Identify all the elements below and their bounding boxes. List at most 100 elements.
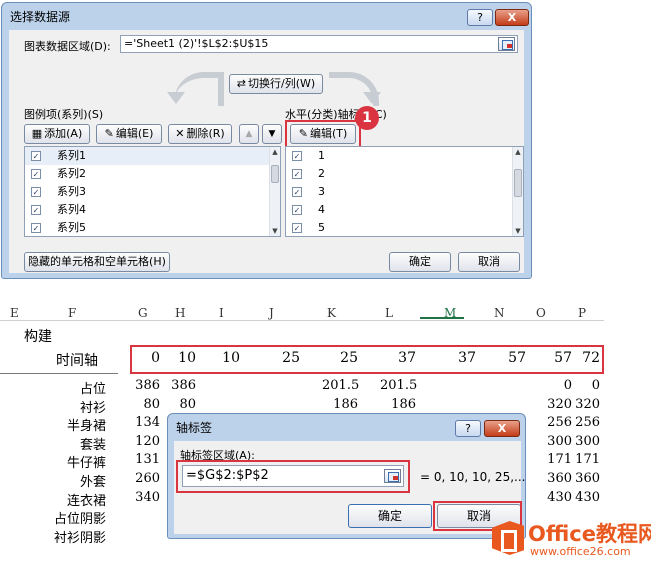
data-cell: 260: [135, 471, 160, 486]
move-up-button[interactable]: ▲: [239, 124, 259, 144]
office-logo-icon: [492, 521, 524, 555]
checkbox-checked-icon[interactable]: ✓: [292, 205, 302, 215]
row-title: 构建: [24, 329, 52, 345]
move-down-button[interactable]: ▼: [262, 124, 282, 144]
close-button[interactable]: X: [495, 9, 529, 26]
callout-badge: 1: [355, 106, 379, 130]
delete-icon: ✕: [175, 127, 185, 140]
add-icon: ▦: [31, 127, 43, 140]
series-list-item[interactable]: ✓ 系列4: [25, 201, 280, 219]
data-cell: 134: [135, 415, 160, 431]
category-scrollbar[interactable]: ▲ ▼: [512, 147, 523, 236]
category-list-item[interactable]: ✓ 1: [286, 147, 523, 165]
category-label: 衬衫: [79, 400, 106, 416]
time-axis-label: 时间轴: [56, 353, 98, 369]
data-cell: 320: [575, 396, 600, 412]
checkbox-checked-icon[interactable]: ✓: [292, 169, 302, 179]
scroll-down-icon[interactable]: ▼: [513, 226, 523, 236]
row-divider: [0, 373, 118, 374]
category-list-item[interactable]: ✓ 5: [286, 219, 523, 237]
category-value: 2: [318, 167, 325, 180]
scroll-down-icon[interactable]: ▼: [270, 226, 280, 236]
series-list-item[interactable]: ✓ 系列5: [25, 219, 280, 237]
column-header[interactable]: I: [219, 306, 224, 320]
hidden-empty-cells-button[interactable]: 隐藏的单元格和空单元格(H): [24, 252, 170, 272]
chart-range-input[interactable]: ='Sheet1 (2)'!$L$2:$U$15: [120, 35, 518, 53]
switch-row-column-button[interactable]: ⇄ 切换行/列(W): [229, 74, 323, 94]
data-cell: 256: [575, 415, 600, 431]
column-header[interactable]: J: [269, 306, 274, 320]
category-list-item[interactable]: ✓ 4: [286, 201, 523, 219]
delete-series-button[interactable]: ✕ 删除(R): [168, 124, 232, 144]
data-cell: 80: [143, 396, 160, 412]
scroll-up-icon[interactable]: ▲: [513, 147, 523, 157]
highlight-time-axis: [130, 345, 604, 374]
edit-icon: ✎: [104, 127, 114, 140]
checkbox-checked-icon[interactable]: ✓: [31, 187, 41, 197]
checkbox-checked-icon[interactable]: ✓: [31, 169, 41, 179]
arrow-down-right-icon: [363, 92, 381, 104]
arrow-down-left-icon: [167, 92, 185, 104]
series-list-item[interactable]: ✓ 系列2: [25, 165, 280, 183]
category-value: 5: [318, 221, 325, 234]
checkbox-checked-icon[interactable]: ✓: [292, 151, 302, 161]
category-label: 套装: [79, 437, 106, 453]
checkbox-checked-icon[interactable]: ✓: [31, 151, 41, 161]
site-logo: Office教程网 www.office26.com: [490, 517, 651, 563]
series-name: 系列4: [57, 203, 86, 216]
category-label: 外套: [79, 475, 106, 490]
scroll-up-icon[interactable]: ▲: [270, 147, 280, 157]
category-list-item[interactable]: ✓ 3: [286, 183, 523, 201]
series-list-item[interactable]: ✓ 系列3: [25, 183, 280, 201]
checkbox-checked-icon[interactable]: ✓: [31, 223, 41, 233]
category-label: 牛仔裤: [66, 456, 106, 472]
column-header[interactable]: L: [385, 306, 393, 320]
help-button[interactable]: ?: [467, 9, 493, 26]
data-cell: 386: [135, 378, 160, 393]
column-header[interactable]: E: [10, 306, 19, 320]
column-header[interactable]: O: [536, 306, 546, 320]
category-label: 连衣裙: [66, 493, 106, 509]
column-header[interactable]: P: [578, 306, 586, 320]
column-header[interactable]: H: [175, 306, 185, 320]
scroll-thumb[interactable]: [514, 169, 522, 197]
legend-entries-label: 图例项(系列)(S): [24, 108, 104, 121]
logo-site-text: www.office26.com: [530, 545, 631, 558]
ok-button[interactable]: 确定: [389, 252, 451, 272]
logo-brand-text: Office教程网: [528, 522, 651, 546]
category-value: 4: [318, 203, 325, 216]
category-value: 1: [318, 149, 325, 162]
data-cell: 131: [135, 452, 160, 468]
checkbox-checked-icon[interactable]: ✓: [31, 205, 41, 215]
series-list-item[interactable]: ✓ 系列1: [25, 147, 280, 165]
add-series-button[interactable]: ▦ 添加(A): [24, 124, 90, 144]
column-header[interactable]: F: [68, 306, 76, 320]
series-scrollbar[interactable]: ▲ ▼: [269, 147, 280, 236]
scroll-thumb[interactable]: [271, 165, 279, 183]
checkbox-checked-icon[interactable]: ✓: [292, 223, 302, 233]
cancel-button[interactable]: 取消: [458, 252, 520, 272]
highlight-edit-box: [285, 120, 361, 148]
close-button[interactable]: X: [484, 420, 520, 437]
checkbox-checked-icon[interactable]: ✓: [292, 187, 302, 197]
range-picker-icon[interactable]: [498, 37, 515, 51]
column-header[interactable]: K: [327, 306, 336, 320]
highlight-range-input: [176, 460, 410, 493]
category-list-item[interactable]: ✓ 2: [286, 165, 523, 183]
category-label: 半身裙: [66, 419, 106, 435]
axis-labels-dialog: 轴标签 ? X 轴标签区域(A): =$G$2:$P$2 = 0, 10, 10…: [167, 413, 526, 539]
active-column-indicator: [420, 317, 464, 319]
series-name: 系列2: [57, 167, 86, 180]
column-header[interactable]: G: [138, 306, 148, 320]
ok-button[interactable]: 确定: [348, 504, 432, 528]
edit-series-button[interactable]: ✎ 编辑(E): [96, 124, 162, 144]
category-list[interactable]: ✓ 1 ✓ 2 ✓ 3 ✓ 4 ✓ 5 ▲ ▼: [285, 146, 524, 237]
data-cell: 360: [575, 471, 600, 486]
axis-range-preview: = 0, 10, 10, 25,...: [420, 470, 526, 484]
help-button[interactable]: ?: [455, 420, 481, 437]
series-name: 系列5: [57, 221, 86, 234]
data-cell: 201.5: [322, 378, 360, 393]
column-header[interactable]: N: [494, 306, 505, 320]
data-cell: 80: [179, 396, 196, 412]
series-list[interactable]: ✓ 系列1 ✓ 系列2 ✓ 系列3 ✓ 系列4 ✓ 系列5 ▲ ▼: [24, 146, 281, 237]
